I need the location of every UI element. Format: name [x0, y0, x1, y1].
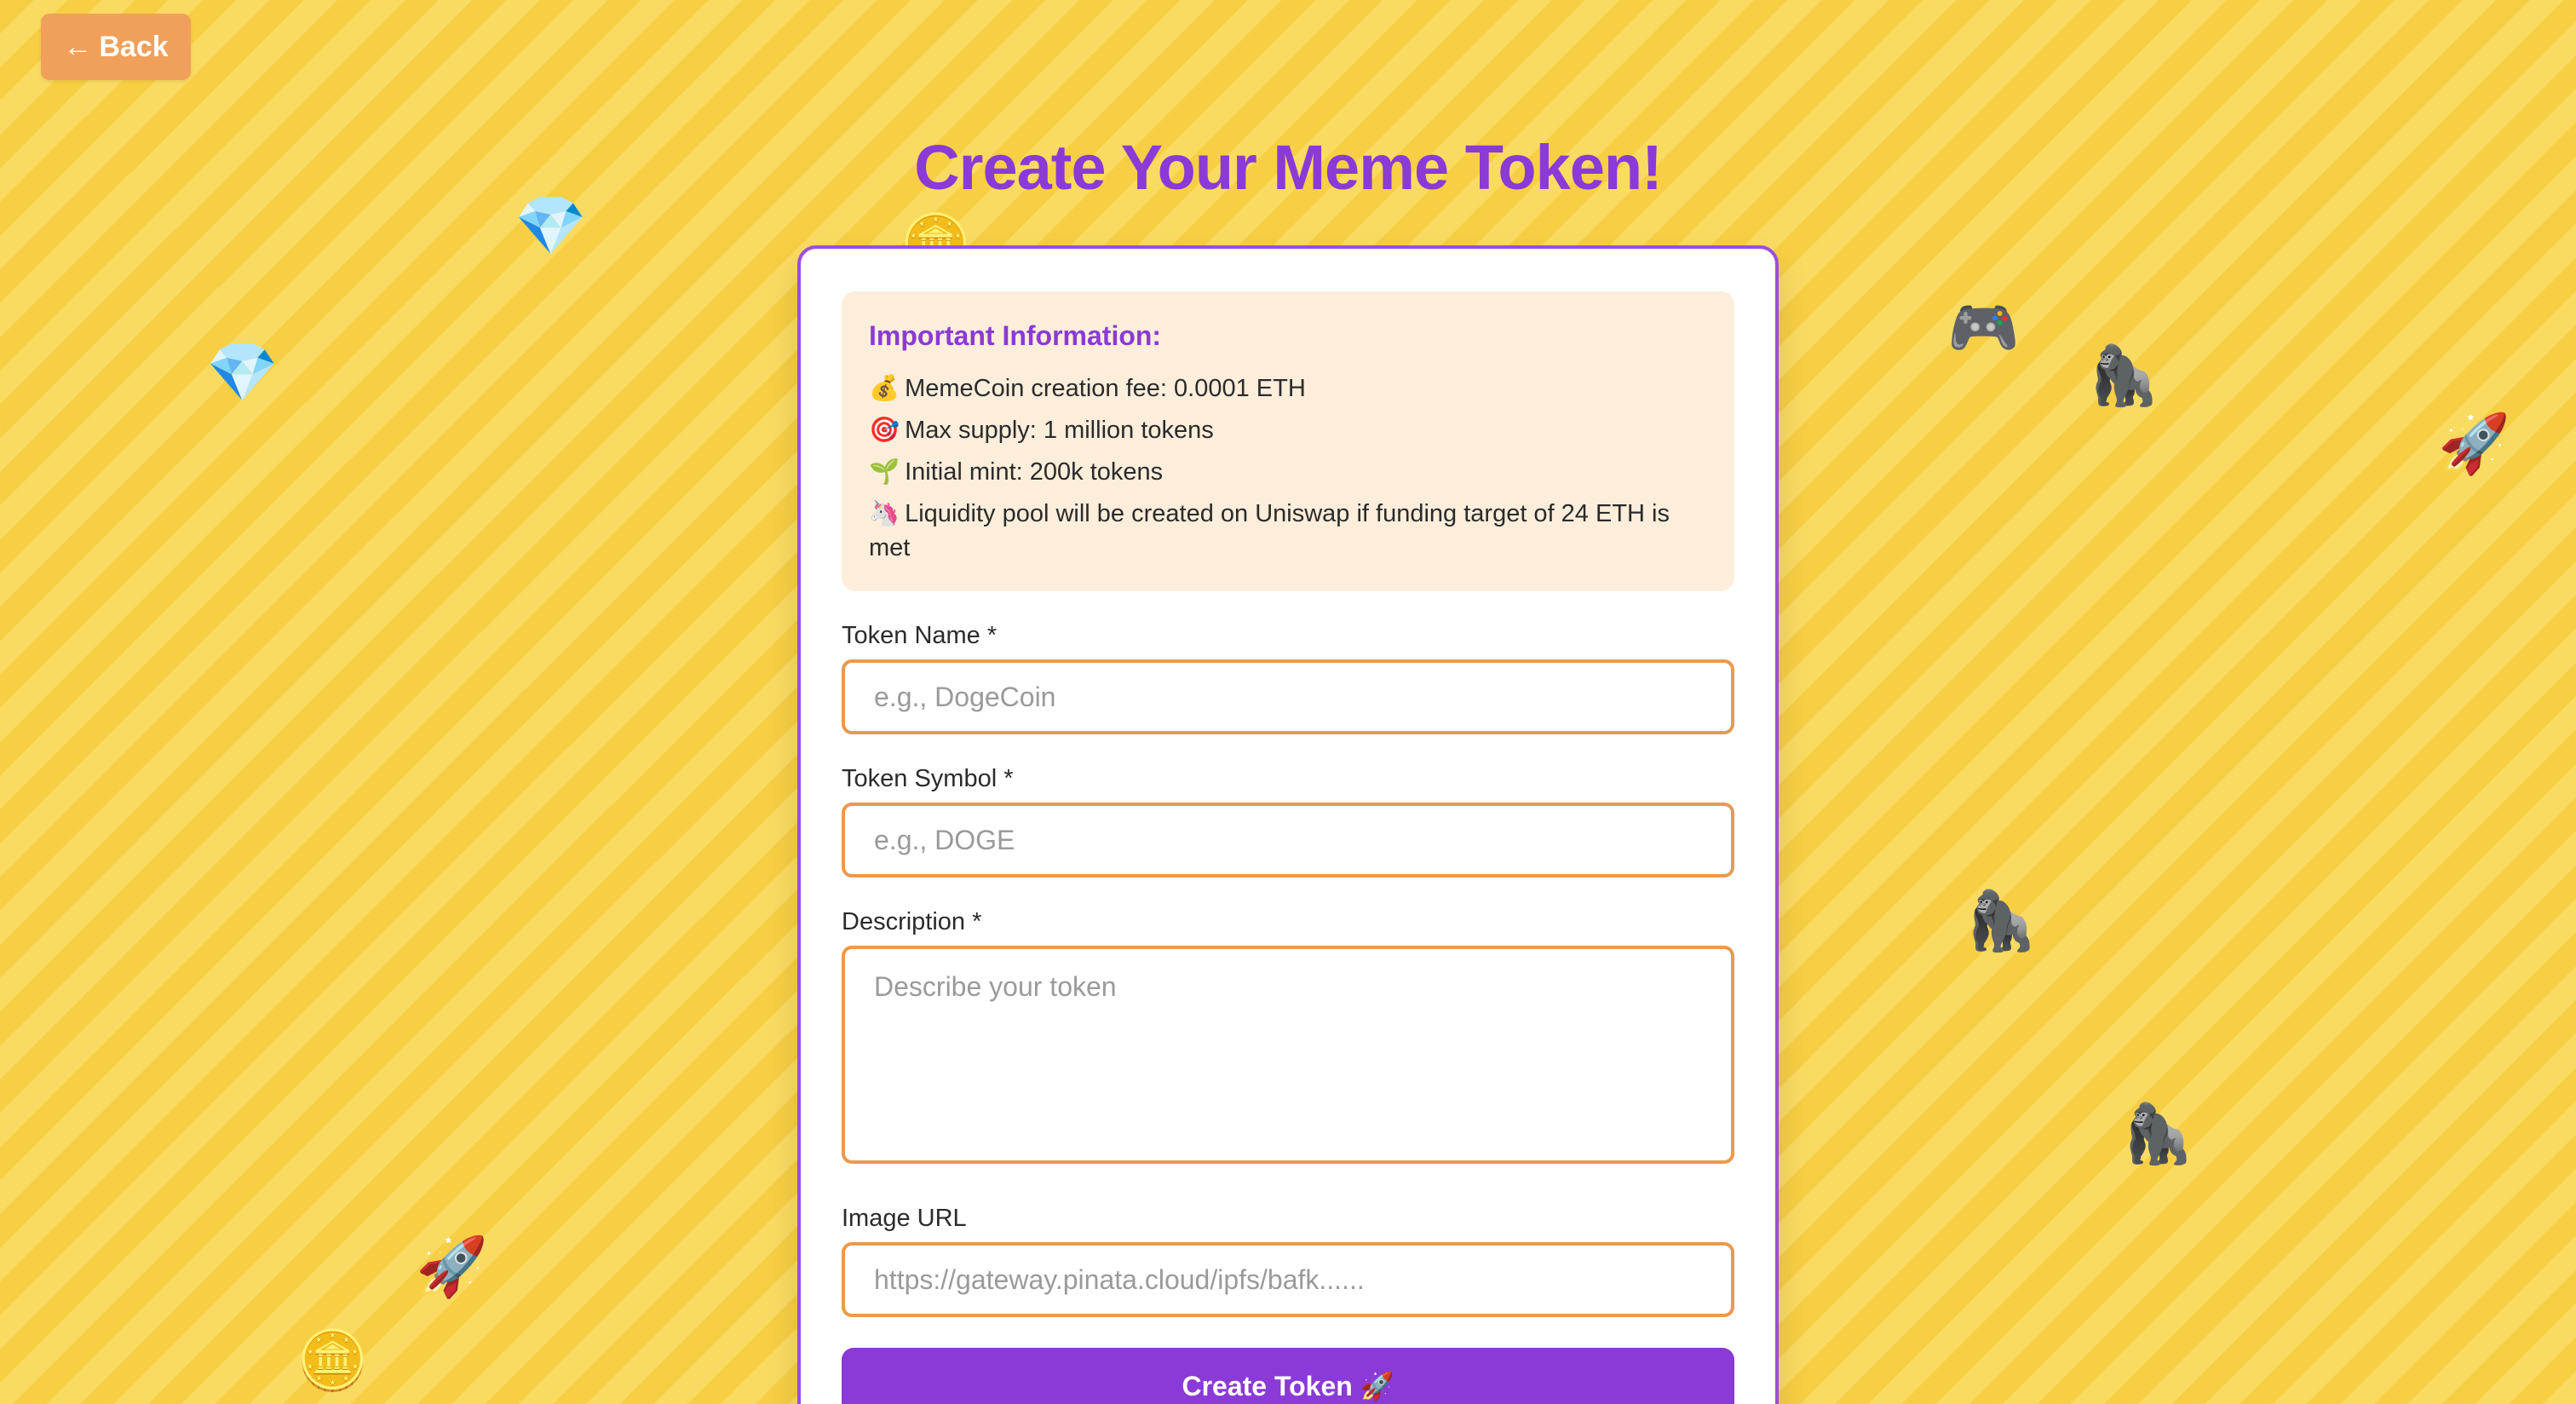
token-symbol-label: Token Symbol * [842, 765, 1014, 792]
image-url-label: Image URL [842, 1205, 967, 1232]
rocket-icon: 🚀 [416, 1234, 488, 1301]
gorilla-icon: 🦍 [2087, 342, 2159, 410]
info-item-mint: 🌱 Initial mint: 200k tokens [869, 457, 1164, 486]
gorilla-icon: 🦍 [2121, 1101, 2194, 1168]
info-item-supply: 🎯 Max supply: 1 million tokens [869, 415, 1214, 444]
description-placeholder: Describe your token [874, 971, 1117, 1002]
unicorn-icon: 🦄 [869, 498, 900, 527]
image-url-placeholder: https://gateway.pinata.cloud/ipfs/bafk..… [874, 1263, 1365, 1295]
gorilla-icon: 🦍 [1964, 888, 2037, 955]
diamond-icon: 💎 [515, 193, 587, 260]
seedling-icon: 🌱 [869, 457, 900, 486]
target-icon: 🎯 [869, 415, 900, 444]
rocket-icon: 🚀 [2438, 411, 2510, 478]
info-heading: Important Information: [869, 320, 1162, 351]
create-token-button[interactable]: Create Token 🚀 [842, 1348, 1734, 1404]
description-label: Description * [842, 908, 982, 935]
token-name-placeholder: e.g., DogeCoin [874, 681, 1056, 712]
token-name-label: Token Name * [842, 622, 998, 649]
money-bag-icon: 💰 [869, 373, 900, 402]
back-button[interactable]: ← Back [41, 14, 191, 80]
diamond-icon: 💎 [206, 339, 279, 406]
token-symbol-input[interactable]: e.g., DOGE [842, 803, 1734, 878]
page-title: Create Your Meme Token! [914, 132, 1663, 203]
image-url-input[interactable]: https://gateway.pinata.cloud/ipfs/bafk..… [842, 1242, 1734, 1317]
info-item-fee: 💰 MemeCoin creation fee: 0.0001 ETH [869, 373, 1306, 402]
gamepad-icon: 🎮 [1947, 295, 2020, 362]
description-textarea[interactable]: Describe your token [842, 946, 1734, 1164]
token-name-input[interactable]: e.g., DogeCoin [842, 659, 1734, 734]
important-info-panel: Important Information: 💰 MemeCoin creatio… [842, 291, 1734, 591]
token-symbol-placeholder: e.g., DOGE [874, 824, 1015, 855]
coin-icon: 🪙 [296, 1327, 369, 1395]
back-button-label: Back [99, 30, 169, 63]
create-token-card: Important Information: 💰 MemeCoin creatio… [797, 245, 1779, 1404]
info-item-liquidity: 🦄 Liquidity pool will be created on Unisw… [869, 498, 1670, 561]
arrow-left-icon: ← [63, 31, 93, 63]
